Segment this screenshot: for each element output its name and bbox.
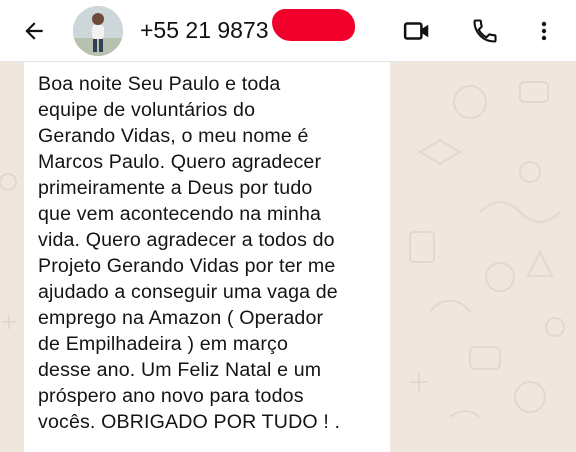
video-call-button[interactable] <box>400 14 434 48</box>
message-bubble[interactable]: Boa noite Seu Paulo e toda equipe de vol… <box>24 62 390 452</box>
chat-header: +55 21 9873 <box>0 0 576 62</box>
redaction-mark <box>272 9 355 41</box>
voice-call-button[interactable] <box>468 14 502 48</box>
phone-icon <box>473 19 497 43</box>
more-vertical-icon <box>541 21 547 41</box>
contact-photo <box>73 6 123 56</box>
contact-avatar[interactable] <box>73 6 123 56</box>
message-text: Boa noite Seu Paulo e toda equipe de vol… <box>38 73 341 433</box>
back-button[interactable] <box>18 15 50 47</box>
arrow-left-icon <box>25 22 43 40</box>
contact-phone-number[interactable]: +55 21 9873 <box>140 15 269 45</box>
more-options-button[interactable] <box>527 14 561 48</box>
video-camera-icon <box>403 22 429 40</box>
